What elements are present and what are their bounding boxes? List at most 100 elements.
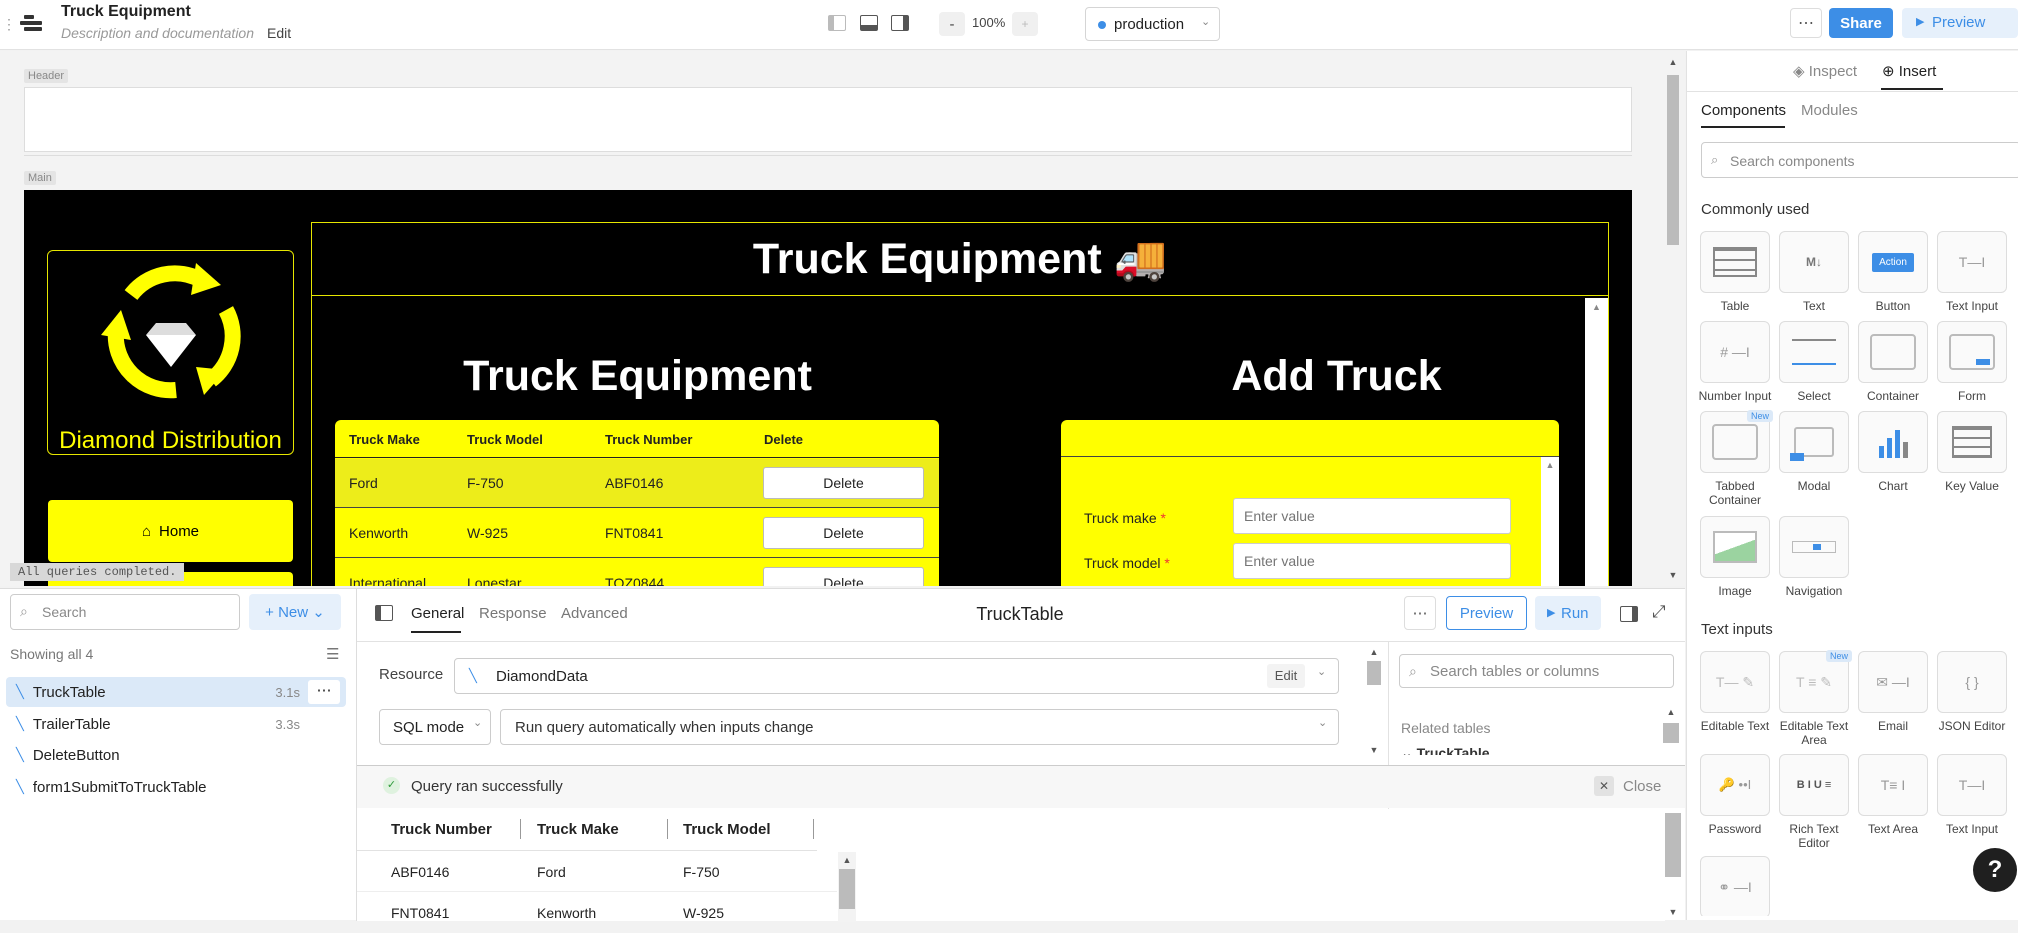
table-row[interactable]: Kenworth W-925 FNT0841 Delete xyxy=(335,509,939,558)
component-text-input[interactable]: T—I Text Input xyxy=(1933,231,2011,313)
zoom-in-button[interactable]: + xyxy=(1012,12,1038,36)
environment-select[interactable]: production ⌄ xyxy=(1085,7,1220,41)
edit-resource-button[interactable]: Edit xyxy=(1267,664,1305,688)
insert-tab[interactable]: ⊕ Insert xyxy=(1882,62,1936,80)
trigger-select[interactable]: Run query automatically when inputs chan… xyxy=(500,709,1339,745)
component-form[interactable]: Form xyxy=(1933,321,2011,403)
component-text[interactable]: M↓ Text xyxy=(1775,231,1853,313)
component-rich-text-editor[interactable]: B I U ≡ Rich Text Editor xyxy=(1775,754,1853,850)
nav-home-button[interactable]: ⌂ Home xyxy=(48,500,293,562)
tab-advanced[interactable]: Advanced xyxy=(561,605,628,622)
query-item-deletebutton[interactable]: ╲ DeleteButton xyxy=(6,740,346,770)
filter-icon[interactable]: ☰ xyxy=(326,645,339,663)
column-divider[interactable] xyxy=(520,819,521,839)
component-number-input[interactable]: # —I Number Input xyxy=(1696,321,1774,403)
delete-button[interactable]: Delete xyxy=(763,567,924,586)
scroll-thumb[interactable] xyxy=(1667,75,1679,245)
truck-table[interactable]: Truck Make Truck Model Truck Number Dele… xyxy=(335,420,939,586)
retool-logo-icon[interactable] xyxy=(20,14,42,34)
close-icon[interactable]: ✕ xyxy=(1594,776,1614,796)
delete-button[interactable]: Delete xyxy=(763,467,924,499)
results-row[interactable]: FNT0841 Kenworth W-925 xyxy=(357,893,837,933)
toggle-query-list-icon[interactable] xyxy=(375,605,393,621)
tab-general[interactable]: General xyxy=(411,605,464,622)
component-email[interactable]: ✉ —I Email xyxy=(1854,651,1932,733)
tab-response[interactable]: Response xyxy=(479,605,547,622)
component-table[interactable]: Table xyxy=(1696,231,1774,313)
tab-components[interactable]: Components xyxy=(1701,102,1786,119)
header-delete[interactable]: Delete xyxy=(764,432,803,447)
scroll-down-icon[interactable]: ▼ xyxy=(1663,907,1683,917)
toggle-bottom-panel-icon[interactable] xyxy=(860,15,878,31)
component-select[interactable]: Select xyxy=(1775,321,1853,403)
resource-select[interactable]: ╲ DiamondData Edit ⌄ xyxy=(454,658,1339,694)
scroll-down-icon[interactable]: ▼ xyxy=(1366,745,1382,755)
content-scrollbar[interactable]: ▲ xyxy=(1585,298,1608,586)
header-truck-make[interactable]: Truck Make xyxy=(349,432,420,447)
column-divider[interactable] xyxy=(667,819,668,839)
query-item-form1submit[interactable]: ╲ form1SubmitToTruckTable xyxy=(6,772,346,802)
toggle-left-panel-icon[interactable] xyxy=(828,15,846,31)
preview-button[interactable]: ▶ Preview xyxy=(1902,8,2018,38)
query-item-trailertable[interactable]: ╲ TrailerTable 3.3s xyxy=(6,709,346,739)
component-container[interactable]: Container xyxy=(1854,321,1932,403)
query-preview-button[interactable]: Preview xyxy=(1446,596,1527,630)
scroll-thumb[interactable] xyxy=(1663,723,1679,743)
column-divider[interactable] xyxy=(813,819,814,839)
query-search-input[interactable]: ⌕ Search xyxy=(10,594,240,630)
truck-model-input[interactable] xyxy=(1233,543,1511,579)
scroll-up-icon[interactable]: ▲ xyxy=(838,855,856,865)
component-tabbed-container[interactable]: New Tabbed Container xyxy=(1696,410,1774,507)
new-query-button[interactable]: + New ⌄ xyxy=(249,594,341,630)
scroll-up-icon[interactable]: ▲ xyxy=(1541,460,1559,470)
truck-make-input[interactable] xyxy=(1233,498,1511,534)
component-url-input[interactable]: ⚭ —I xyxy=(1696,856,1774,916)
toggle-right-panel-icon[interactable] xyxy=(891,15,909,31)
edit-description-link[interactable]: Edit xyxy=(267,25,291,41)
query-title[interactable]: TruckTable xyxy=(900,604,1140,625)
help-icon[interactable]: ? xyxy=(1973,848,2017,892)
scroll-up-icon[interactable]: ▲ xyxy=(1366,647,1382,657)
related-table-item[interactable]: ⌄ TruckTable xyxy=(1401,745,1490,755)
component-text-input-2[interactable]: T—I Text Input xyxy=(1933,754,2011,836)
schema-scrollbar[interactable]: ▲ xyxy=(1662,707,1680,757)
zoom-out-button[interactable]: - xyxy=(939,12,965,36)
component-search-input[interactable]: ⌕ Search components xyxy=(1701,142,2018,178)
expand-icon[interactable]: ⤢ xyxy=(1652,602,1666,622)
results-header-truck-model[interactable]: Truck Model xyxy=(683,821,771,838)
component-password[interactable]: 🔑 ••I Password xyxy=(1696,754,1774,836)
query-more-icon[interactable]: ⋯ xyxy=(308,680,340,704)
component-json-editor[interactable]: { } JSON Editor xyxy=(1933,651,2011,733)
scroll-thumb[interactable] xyxy=(1665,813,1681,877)
component-modal[interactable]: Modal xyxy=(1775,411,1853,493)
results-header-truck-number[interactable]: Truck Number xyxy=(391,821,492,838)
inspect-tab[interactable]: ◈ Inspect xyxy=(1793,62,1857,80)
results-scrollbar[interactable]: ▲ xyxy=(838,852,856,922)
header-truck-model[interactable]: Truck Model xyxy=(467,432,543,447)
component-chart[interactable]: Chart xyxy=(1854,411,1932,493)
component-editable-text[interactable]: T— ✎ Editable Text xyxy=(1696,651,1774,733)
schema-search-input[interactable]: ⌕ Search tables or columns xyxy=(1399,654,1674,688)
drag-handle-icon[interactable]: ⋮ xyxy=(2,12,16,36)
component-text-area[interactable]: T≡ I Text Area xyxy=(1854,754,1932,836)
sql-mode-select[interactable]: SQL mode ⌄ xyxy=(379,709,491,745)
scroll-up-icon[interactable]: ▲ xyxy=(1663,57,1683,67)
results-panel-scrollbar[interactable]: ▼ xyxy=(1663,809,1683,921)
table-row[interactable]: Ford F-750 ABF0146 Delete xyxy=(335,459,939,508)
scroll-up-icon[interactable]: ▲ xyxy=(1585,302,1608,312)
scroll-thumb[interactable] xyxy=(1367,661,1381,685)
results-header-truck-make[interactable]: Truck Make xyxy=(537,821,619,838)
header-truck-number[interactable]: Truck Number xyxy=(605,432,692,447)
share-button[interactable]: Share xyxy=(1829,8,1893,38)
delete-button[interactable]: Delete xyxy=(763,517,924,549)
form-scrollbar[interactable]: ▲ xyxy=(1541,457,1559,586)
header-section[interactable] xyxy=(24,87,1632,152)
app-title[interactable]: Truck Equipment xyxy=(61,3,191,21)
toggle-schema-panel-icon[interactable] xyxy=(1620,606,1638,622)
more-options-button[interactable]: ⋯ xyxy=(1790,8,1822,38)
results-row[interactable]: ABF0146 Ford F-750 xyxy=(357,852,837,892)
component-button[interactable]: Action Button xyxy=(1854,231,1932,313)
component-image[interactable]: Image xyxy=(1696,516,1774,598)
scroll-up-icon[interactable]: ▲ xyxy=(1662,707,1680,717)
main-section[interactable]: Truck Equipment 🚚 Diamond Distribution ⌂… xyxy=(24,190,1632,586)
